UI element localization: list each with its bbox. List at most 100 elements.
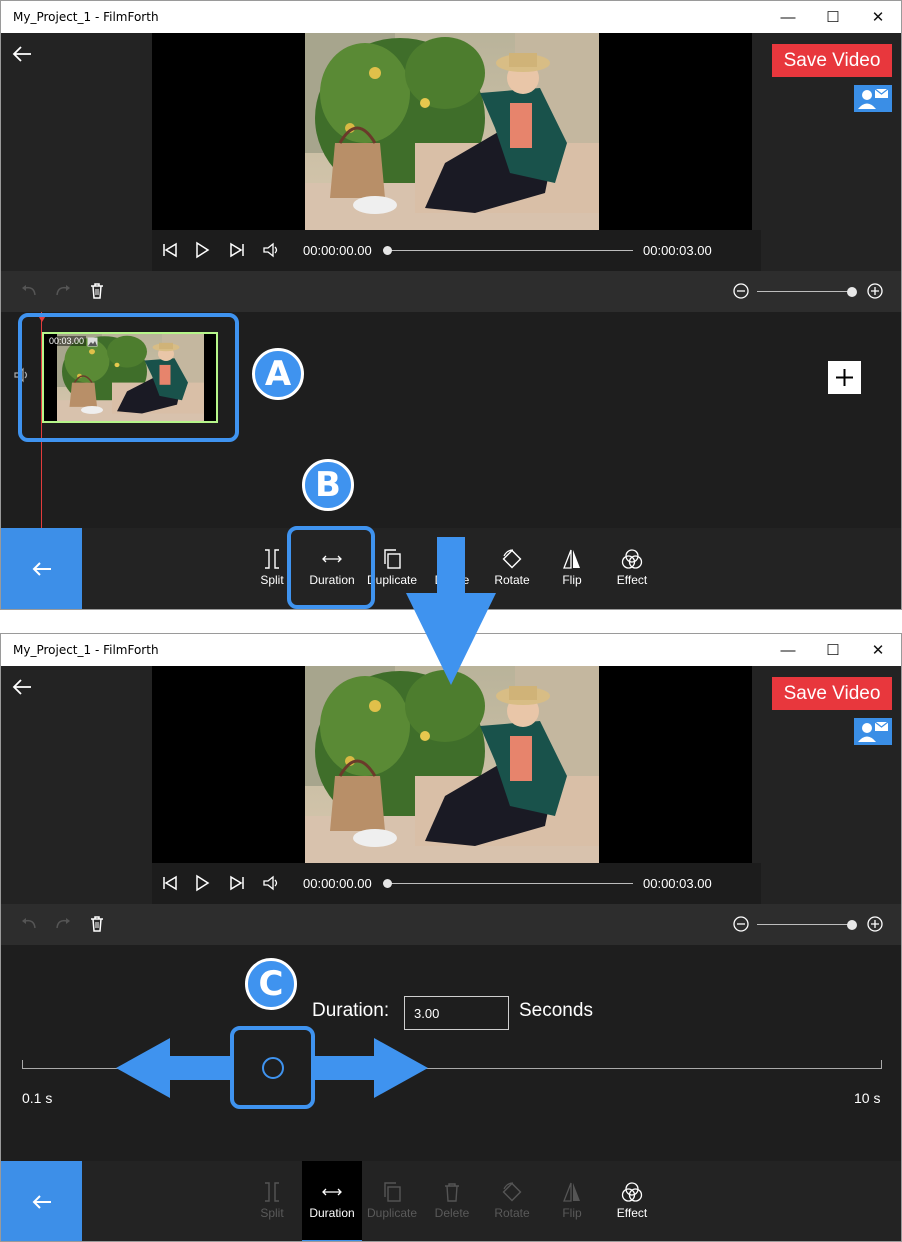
plus-icon [836, 369, 853, 386]
save-video-button[interactable]: Save Video [772, 44, 892, 77]
maximize-button[interactable]: ☐ [810, 634, 856, 666]
duration-unit-label: Seconds [519, 1000, 593, 1021]
zoom-out-icon[interactable] [732, 915, 750, 933]
duration-icon [322, 1188, 342, 1196]
skip-end-icon[interactable] [227, 873, 247, 893]
callout-box-c [230, 1026, 315, 1109]
preview-photo [305, 666, 599, 863]
zoom-knob[interactable] [847, 920, 857, 930]
app-window-before: My_Project_1 - FilmForth — ☐ ✕ 00:00:00.… [0, 0, 902, 610]
skip-start-icon[interactable] [160, 240, 180, 260]
zoom-track[interactable] [757, 924, 852, 925]
app-window-after: My_Project_1 - FilmForth — ☐ ✕ 00:00:00.… [0, 633, 902, 1242]
maximize-icon: ☐ [826, 9, 840, 26]
seek-knob[interactable] [383, 246, 392, 255]
total-time: 00:00:03.00 [643, 876, 712, 891]
preview-photo [305, 33, 599, 230]
close-icon: ✕ [871, 642, 885, 659]
back-button[interactable] [11, 43, 33, 65]
maximize-icon: ☐ [826, 642, 840, 659]
save-video-button[interactable]: Save Video [772, 677, 892, 710]
trash-icon[interactable] [88, 282, 106, 300]
seek-knob[interactable] [383, 879, 392, 888]
effect-icon [621, 1182, 643, 1202]
tool-effect[interactable]: Effect [602, 1161, 662, 1241]
play-icon[interactable] [192, 240, 212, 260]
duplicate-icon [384, 1182, 401, 1202]
toolbar-back-button[interactable] [1, 528, 82, 609]
back-arrow-icon [12, 46, 31, 62]
close-button[interactable]: ✕ [855, 634, 901, 666]
close-button[interactable]: ✕ [855, 1, 901, 33]
undo-icon[interactable] [20, 915, 38, 933]
video-preview [152, 33, 752, 230]
video-preview [152, 666, 752, 863]
zoom-out-icon[interactable] [732, 282, 750, 300]
delete-icon [445, 1183, 459, 1202]
slider-thumb-highlight [262, 1057, 284, 1079]
duration-input[interactable] [404, 996, 509, 1030]
tool-flip[interactable]: Flip [542, 1161, 602, 1241]
zoom-in-icon[interactable] [866, 282, 884, 300]
edit-toolbar [1, 904, 901, 945]
back-button[interactable] [11, 676, 33, 698]
volume-icon[interactable] [261, 873, 281, 893]
total-time: 00:00:03.00 [643, 243, 712, 258]
contact-button[interactable] [854, 85, 892, 112]
tool-label: Rotate [494, 1206, 530, 1220]
play-icon[interactable] [192, 873, 212, 893]
minimize-button[interactable]: — [765, 634, 811, 666]
tool-label: Effect [616, 1206, 648, 1220]
zoom-in-icon[interactable] [866, 915, 884, 933]
skip-end-icon[interactable] [227, 240, 247, 260]
maximize-button[interactable]: ☐ [810, 1, 856, 33]
skip-start-icon[interactable] [160, 873, 180, 893]
contact-button[interactable] [854, 718, 892, 745]
current-time: 00:00:00.00 [303, 876, 372, 891]
duplicate-icon [384, 549, 401, 569]
volume-icon[interactable] [261, 240, 281, 260]
trash-icon[interactable] [88, 915, 106, 933]
tool-label: Flip [562, 573, 582, 587]
back-arrow-icon [12, 679, 31, 695]
undo-icon[interactable] [20, 282, 38, 300]
tool-split[interactable]: Split [242, 1161, 302, 1241]
add-clip-button[interactable] [828, 361, 861, 394]
tool-label: Duration [309, 1206, 355, 1220]
zoom-knob[interactable] [847, 287, 857, 297]
slider-min-tick [22, 1060, 23, 1069]
window-title: My_Project_1 - FilmForth [13, 643, 159, 657]
duration-label: Duration: [312, 1000, 390, 1021]
tool-duplicate[interactable]: Duplicate [362, 1161, 422, 1241]
effect-icon [621, 549, 643, 569]
flip-icon [563, 549, 580, 569]
slider-min-label: 0.1 s [22, 1090, 53, 1106]
tool-flip[interactable]: Flip [542, 528, 602, 609]
minimize-button[interactable]: — [765, 1, 811, 33]
current-time: 00:00:00.00 [303, 243, 372, 258]
tool-duration[interactable]: Duration [302, 1161, 362, 1241]
callout-box-b [287, 526, 375, 609]
rotate-icon [502, 549, 522, 569]
tool-label: Split [260, 1206, 284, 1220]
split-icon [265, 549, 279, 569]
seek-track[interactable] [388, 250, 633, 251]
left-panel [1, 666, 152, 904]
seek-track[interactable] [388, 883, 633, 884]
tool-label: Delete [434, 1206, 470, 1220]
slider-max-label: 10 s [854, 1090, 881, 1106]
playback-bar: 00:00:00.00 00:00:03.00 [152, 863, 761, 904]
toolbar-back-button[interactable] [1, 1161, 82, 1241]
tool-effect[interactable]: Effect [602, 528, 662, 609]
back-arrow-icon [32, 1195, 51, 1209]
tool-label: Duplicate [366, 1206, 418, 1220]
tool-delete[interactable]: Delete [422, 1161, 482, 1241]
title-bar: My_Project_1 - FilmForth — ☐ ✕ [1, 1, 901, 33]
redo-icon[interactable] [54, 915, 72, 933]
minimize-icon: — [780, 641, 796, 659]
zoom-track[interactable] [757, 291, 852, 292]
callout-badge-c: C [245, 958, 297, 1010]
flip-icon [563, 1182, 580, 1202]
tool-rotate[interactable]: Rotate [482, 1161, 542, 1241]
redo-icon[interactable] [54, 282, 72, 300]
